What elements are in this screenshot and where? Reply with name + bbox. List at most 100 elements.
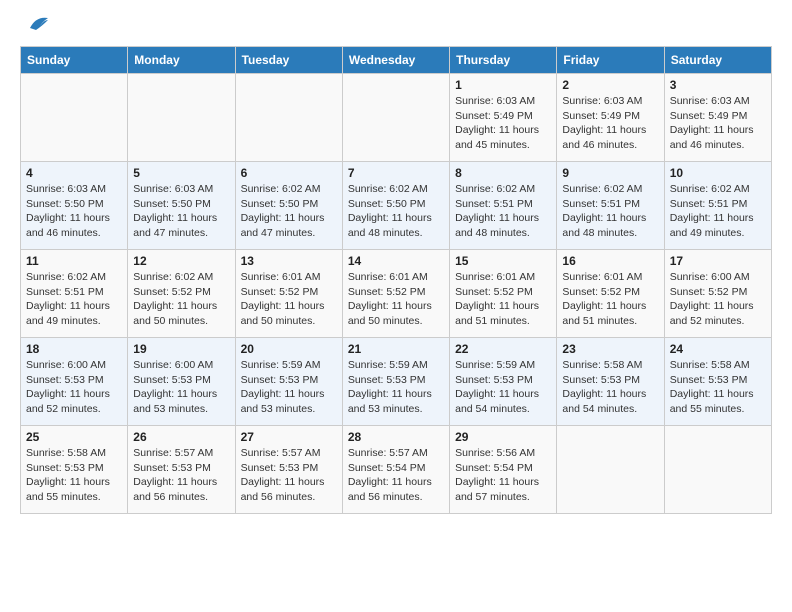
calendar-cell — [21, 74, 128, 162]
day-header-saturday: Saturday — [664, 47, 771, 74]
calendar-cell: 5 Sunrise: 6:03 AM Sunset: 5:50 PM Daylig… — [128, 162, 235, 250]
day-info: Sunrise: 6:03 AM Sunset: 5:50 PM Dayligh… — [26, 182, 122, 241]
day-info: Sunrise: 6:01 AM Sunset: 5:52 PM Dayligh… — [455, 270, 551, 329]
day-info: Sunrise: 6:03 AM Sunset: 5:49 PM Dayligh… — [670, 94, 766, 153]
day-number: 3 — [670, 78, 766, 92]
day-info: Sunrise: 6:01 AM Sunset: 5:52 PM Dayligh… — [562, 270, 658, 329]
day-number: 12 — [133, 254, 229, 268]
day-number: 20 — [241, 342, 337, 356]
day-info: Sunrise: 6:02 AM Sunset: 5:51 PM Dayligh… — [562, 182, 658, 241]
calendar-cell — [557, 426, 664, 514]
calendar-cell: 28 Sunrise: 5:57 AM Sunset: 5:54 PM Dayli… — [342, 426, 449, 514]
calendar-cell: 13 Sunrise: 6:01 AM Sunset: 5:52 PM Dayli… — [235, 250, 342, 338]
day-info: Sunrise: 6:03 AM Sunset: 5:49 PM Dayligh… — [562, 94, 658, 153]
day-info: Sunrise: 6:02 AM Sunset: 5:51 PM Dayligh… — [455, 182, 551, 241]
day-number: 27 — [241, 430, 337, 444]
day-header-sunday: Sunday — [21, 47, 128, 74]
calendar-cell: 25 Sunrise: 5:58 AM Sunset: 5:53 PM Dayli… — [21, 426, 128, 514]
day-info: Sunrise: 6:02 AM Sunset: 5:52 PM Dayligh… — [133, 270, 229, 329]
calendar-header-row: SundayMondayTuesdayWednesdayThursdayFrid… — [21, 47, 772, 74]
calendar-cell: 10 Sunrise: 6:02 AM Sunset: 5:51 PM Dayli… — [664, 162, 771, 250]
calendar-cell: 9 Sunrise: 6:02 AM Sunset: 5:51 PM Daylig… — [557, 162, 664, 250]
day-number: 16 — [562, 254, 658, 268]
day-info: Sunrise: 5:56 AM Sunset: 5:54 PM Dayligh… — [455, 446, 551, 505]
day-number: 7 — [348, 166, 444, 180]
calendar-cell — [342, 74, 449, 162]
calendar-cell: 24 Sunrise: 5:58 AM Sunset: 5:53 PM Dayli… — [664, 338, 771, 426]
logo-bird-icon — [22, 14, 50, 36]
day-number: 17 — [670, 254, 766, 268]
logo — [20, 20, 50, 36]
calendar-week-row: 11 Sunrise: 6:02 AM Sunset: 5:51 PM Dayli… — [21, 250, 772, 338]
calendar-cell: 29Sunrise: 5:56 AM Sunset: 5:54 PM Dayli… — [450, 426, 557, 514]
day-header-friday: Friday — [557, 47, 664, 74]
calendar-cell: 2 Sunrise: 6:03 AM Sunset: 5:49 PM Daylig… — [557, 74, 664, 162]
day-number: 9 — [562, 166, 658, 180]
day-number: 21 — [348, 342, 444, 356]
calendar-cell: 6Sunrise: 6:02 AM Sunset: 5:50 PM Daylig… — [235, 162, 342, 250]
day-header-tuesday: Tuesday — [235, 47, 342, 74]
calendar-week-row: 1 Sunrise: 6:03 AM Sunset: 5:49 PM Daylig… — [21, 74, 772, 162]
day-info: Sunrise: 5:57 AM Sunset: 5:53 PM Dayligh… — [133, 446, 229, 505]
day-number: 11 — [26, 254, 122, 268]
calendar-cell — [664, 426, 771, 514]
day-info: Sunrise: 5:58 AM Sunset: 5:53 PM Dayligh… — [26, 446, 122, 505]
day-info: Sunrise: 6:02 AM Sunset: 5:50 PM Dayligh… — [348, 182, 444, 241]
day-number: 1 — [455, 78, 551, 92]
calendar-cell: 14Sunrise: 6:01 AM Sunset: 5:52 PM Dayli… — [342, 250, 449, 338]
day-number: 10 — [670, 166, 766, 180]
calendar-cell: 11 Sunrise: 6:02 AM Sunset: 5:51 PM Dayli… — [21, 250, 128, 338]
day-info: Sunrise: 6:01 AM Sunset: 5:52 PM Dayligh… — [348, 270, 444, 329]
calendar-cell: 18 Sunrise: 6:00 AM Sunset: 5:53 PM Dayli… — [21, 338, 128, 426]
day-info: Sunrise: 5:59 AM Sunset: 5:53 PM Dayligh… — [241, 358, 337, 417]
day-info: Sunrise: 6:02 AM Sunset: 5:51 PM Dayligh… — [26, 270, 122, 329]
calendar-cell — [235, 74, 342, 162]
day-info: Sunrise: 5:59 AM Sunset: 5:53 PM Dayligh… — [348, 358, 444, 417]
day-header-wednesday: Wednesday — [342, 47, 449, 74]
day-number: 2 — [562, 78, 658, 92]
calendar-cell: 3 Sunrise: 6:03 AM Sunset: 5:49 PM Daylig… — [664, 74, 771, 162]
calendar-cell: 4Sunrise: 6:03 AM Sunset: 5:50 PM Daylig… — [21, 162, 128, 250]
day-header-monday: Monday — [128, 47, 235, 74]
day-info: Sunrise: 6:02 AM Sunset: 5:50 PM Dayligh… — [241, 182, 337, 241]
calendar-cell: 23 Sunrise: 5:58 AM Sunset: 5:53 PM Dayli… — [557, 338, 664, 426]
calendar-week-row: 25 Sunrise: 5:58 AM Sunset: 5:53 PM Dayli… — [21, 426, 772, 514]
day-number: 13 — [241, 254, 337, 268]
calendar-cell: 21 Sunrise: 5:59 AM Sunset: 5:53 PM Dayli… — [342, 338, 449, 426]
day-info: Sunrise: 5:58 AM Sunset: 5:53 PM Dayligh… — [670, 358, 766, 417]
day-number: 24 — [670, 342, 766, 356]
day-info: Sunrise: 6:00 AM Sunset: 5:52 PM Dayligh… — [670, 270, 766, 329]
calendar-cell: 26 Sunrise: 5:57 AM Sunset: 5:53 PM Dayli… — [128, 426, 235, 514]
day-info: Sunrise: 6:00 AM Sunset: 5:53 PM Dayligh… — [26, 358, 122, 417]
day-info: Sunrise: 5:59 AM Sunset: 5:53 PM Dayligh… — [455, 358, 551, 417]
day-info: Sunrise: 6:01 AM Sunset: 5:52 PM Dayligh… — [241, 270, 337, 329]
calendar-cell: 16 Sunrise: 6:01 AM Sunset: 5:52 PM Dayli… — [557, 250, 664, 338]
day-header-thursday: Thursday — [450, 47, 557, 74]
day-info: Sunrise: 6:00 AM Sunset: 5:53 PM Dayligh… — [133, 358, 229, 417]
calendar-cell — [128, 74, 235, 162]
day-number: 22 — [455, 342, 551, 356]
calendar-cell: 20 Sunrise: 5:59 AM Sunset: 5:53 PM Dayli… — [235, 338, 342, 426]
day-number: 5 — [133, 166, 229, 180]
day-info: Sunrise: 5:57 AM Sunset: 5:53 PM Dayligh… — [241, 446, 337, 505]
calendar-week-row: 4Sunrise: 6:03 AM Sunset: 5:50 PM Daylig… — [21, 162, 772, 250]
calendar-cell: 12 Sunrise: 6:02 AM Sunset: 5:52 PM Dayli… — [128, 250, 235, 338]
day-info: Sunrise: 5:57 AM Sunset: 5:54 PM Dayligh… — [348, 446, 444, 505]
day-number: 23 — [562, 342, 658, 356]
calendar-cell: 19Sunrise: 6:00 AM Sunset: 5:53 PM Dayli… — [128, 338, 235, 426]
calendar-cell: 15Sunrise: 6:01 AM Sunset: 5:52 PM Dayli… — [450, 250, 557, 338]
day-info: Sunrise: 5:58 AM Sunset: 5:53 PM Dayligh… — [562, 358, 658, 417]
day-info: Sunrise: 6:02 AM Sunset: 5:51 PM Dayligh… — [670, 182, 766, 241]
calendar-cell: 27 Sunrise: 5:57 AM Sunset: 5:53 PM Dayli… — [235, 426, 342, 514]
page-header — [20, 16, 772, 36]
day-number: 28 — [348, 430, 444, 444]
day-number: 18 — [26, 342, 122, 356]
day-number: 25 — [26, 430, 122, 444]
day-info: Sunrise: 6:03 AM Sunset: 5:50 PM Dayligh… — [133, 182, 229, 241]
day-info: Sunrise: 6:03 AM Sunset: 5:49 PM Dayligh… — [455, 94, 551, 153]
calendar-cell: 8Sunrise: 6:02 AM Sunset: 5:51 PM Daylig… — [450, 162, 557, 250]
calendar-cell: 22 Sunrise: 5:59 AM Sunset: 5:53 PM Dayli… — [450, 338, 557, 426]
day-number: 26 — [133, 430, 229, 444]
calendar-table: SundayMondayTuesdayWednesdayThursdayFrid… — [20, 46, 772, 514]
calendar-week-row: 18 Sunrise: 6:00 AM Sunset: 5:53 PM Dayli… — [21, 338, 772, 426]
